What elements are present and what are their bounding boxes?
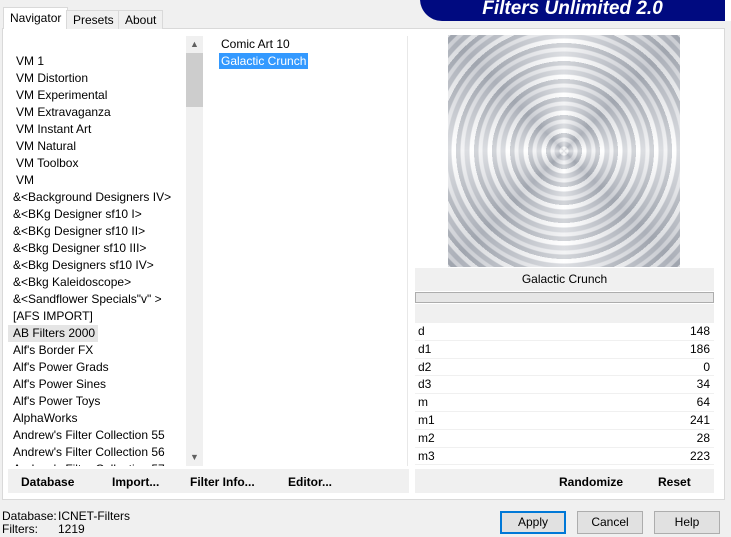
category-item[interactable]: VM Natural bbox=[8, 138, 186, 155]
parameter-name: d2 bbox=[418, 359, 432, 374]
parameter-slider[interactable]: m1 241 bbox=[415, 412, 714, 430]
parameter-value: 148 bbox=[689, 324, 710, 338]
parameter-value: 223 bbox=[689, 448, 710, 463]
parameter-slider[interactable]: m3 223 bbox=[415, 448, 714, 466]
filter-item[interactable]: Galactic Crunch bbox=[208, 53, 407, 70]
category-item[interactable]: VM bbox=[8, 172, 186, 189]
category-item[interactable]: VM Extravaganza bbox=[8, 104, 186, 121]
cancel-button[interactable]: Cancel bbox=[577, 511, 643, 534]
filter-info-button[interactable]: Filter Info... bbox=[190, 469, 255, 495]
category-item[interactable]: Alf's Border FX bbox=[8, 342, 186, 359]
scrollbar-thumb[interactable] bbox=[186, 53, 203, 107]
randomize-button[interactable]: Randomize bbox=[559, 469, 623, 495]
reset-button[interactable]: Reset bbox=[658, 469, 691, 495]
parameter-value: 186 bbox=[689, 341, 710, 356]
category-item[interactable]: AlphaWorks bbox=[8, 410, 186, 427]
parameter-name: d3 bbox=[418, 377, 432, 392]
category-list[interactable]: VM 1 VM Distortion VM Experimental VM Extra… bbox=[8, 36, 186, 466]
database-value: ICNET-Filters bbox=[58, 509, 130, 523]
filter-preview-image bbox=[448, 35, 680, 267]
category-item[interactable]: VM Instant Art bbox=[8, 121, 186, 138]
parameter-slider[interactable]: d1 186 bbox=[415, 341, 714, 359]
category-item[interactable]: [AFS IMPORT] bbox=[8, 308, 186, 325]
parameter-value: 28 bbox=[696, 430, 710, 445]
parameter-slider[interactable]: m2 28 bbox=[415, 430, 714, 448]
editor-button[interactable]: Editor... bbox=[288, 469, 332, 495]
status-info: Database:ICNET-Filters Filters: 1219 bbox=[2, 510, 130, 536]
parameter-value: 34 bbox=[696, 377, 710, 392]
filters-count: 1219 bbox=[58, 522, 85, 536]
category-scrollbar[interactable]: ▲ ▼ bbox=[186, 36, 203, 466]
category-item[interactable]: &<Bkg Kaleidoscope> bbox=[8, 274, 186, 291]
category-item[interactable]: AB Filters 2000 bbox=[8, 325, 99, 342]
parameter-name: d bbox=[418, 324, 425, 338]
category-item[interactable]: Alf's Power Toys bbox=[8, 393, 186, 410]
category-item[interactable]: Andrew's Filter Collection 56 bbox=[8, 444, 186, 461]
filter-item-label: Galactic Crunch bbox=[219, 53, 309, 69]
right-button-bar: Randomize Reset bbox=[415, 469, 714, 493]
preview-filter-name: Galactic Crunch bbox=[415, 268, 714, 291]
app-title-banner: Filters Unlimited 2.0 bbox=[420, 0, 731, 21]
parameter-slider[interactable]: m 64 bbox=[415, 394, 714, 412]
help-button[interactable]: Help bbox=[654, 511, 720, 534]
parameter-list: d 148 d1 186 d2 0 d3 34 m 64 m1 241 m2 28 m3 223 bbox=[415, 323, 714, 466]
category-item[interactable]: VM Toolbox bbox=[8, 155, 186, 172]
progress-bar bbox=[415, 292, 714, 303]
filters-label: Filters: bbox=[2, 522, 38, 536]
category-item[interactable]: Andrew's Filter Collection 55 bbox=[8, 427, 186, 444]
parameter-value: 0 bbox=[703, 359, 710, 374]
parameter-name: m2 bbox=[418, 430, 435, 445]
parameter-slider[interactable]: d2 0 bbox=[415, 359, 714, 377]
parameter-value: 64 bbox=[696, 395, 710, 410]
parameter-name: d1 bbox=[418, 341, 432, 356]
category-item[interactable]: &<Bkg Designers sf10 IV> bbox=[8, 257, 186, 274]
left-button-bar: Database Import... Filter Info... Editor… bbox=[8, 469, 409, 493]
category-item[interactable]: VM Distortion bbox=[8, 70, 186, 87]
apply-button[interactable]: Apply bbox=[500, 511, 566, 534]
database-button[interactable]: Database bbox=[21, 469, 74, 495]
filter-item-label: Comic Art 10 bbox=[221, 37, 290, 51]
parameter-slider[interactable]: d 148 bbox=[415, 323, 714, 341]
category-item[interactable]: VM Experimental bbox=[8, 87, 186, 104]
parameter-name: m bbox=[418, 395, 428, 410]
scroll-down-icon[interactable]: ▼ bbox=[186, 449, 203, 466]
filter-list[interactable]: Comic Art 10 Galactic Crunch bbox=[208, 36, 408, 466]
parameter-slider[interactable]: d3 34 bbox=[415, 376, 714, 395]
filter-item[interactable]: Comic Art 10 bbox=[208, 36, 407, 53]
category-item[interactable]: Alf's Power Grads bbox=[8, 359, 186, 376]
category-item[interactable]: Alf's Power Sines bbox=[8, 376, 186, 393]
category-item[interactable]: Andrew's Filter Collection 57 bbox=[8, 461, 186, 466]
parameter-value: 241 bbox=[689, 412, 710, 427]
category-item[interactable]: &<Sandflower Specials"v" > bbox=[8, 291, 186, 308]
parameter-name: m1 bbox=[418, 412, 435, 427]
parameter-name: m3 bbox=[418, 448, 435, 463]
tab-presets[interactable]: Presets bbox=[66, 10, 121, 29]
category-item[interactable]: &<Background Designers IV> bbox=[8, 189, 186, 206]
category-item[interactable]: &<Bkg Designer sf10 III> bbox=[8, 240, 186, 257]
import-button[interactable]: Import... bbox=[112, 469, 159, 495]
tab-navigator[interactable]: Navigator bbox=[3, 7, 69, 29]
scroll-up-icon[interactable]: ▲ bbox=[186, 36, 203, 53]
category-item[interactable]: &<BKg Designer sf10 I> bbox=[8, 206, 186, 223]
category-item[interactable]: &<BKg Designer sf10 II> bbox=[8, 223, 186, 240]
tab-about[interactable]: About bbox=[118, 10, 164, 29]
category-item[interactable]: VM 1 bbox=[8, 53, 186, 70]
